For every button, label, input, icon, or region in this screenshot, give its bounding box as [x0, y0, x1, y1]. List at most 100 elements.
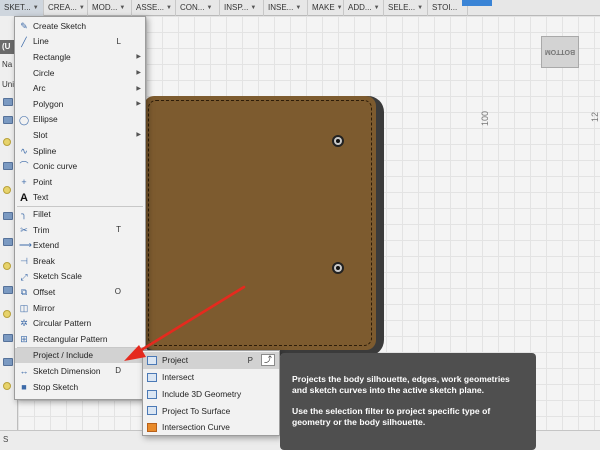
menu-item-point[interactable]: + Point — [15, 174, 145, 190]
menu-item-trim[interactable]: ✂ Trim T — [15, 222, 145, 238]
line-icon: ╱ — [21, 36, 27, 47]
submenu-arrow-icon: ▶ — [136, 54, 141, 61]
toolbar-tab[interactable]: SKET... ▼ — [0, 0, 44, 16]
toolbar-tab[interactable]: ASSE... ▼ — [132, 0, 176, 16]
menu-item-conic-curve[interactable]: ⌒ Conic curve — [15, 158, 145, 174]
tooltip-description: Projects the body silhouette, edges, wor… — [292, 374, 510, 395]
menu-item-label: Spline — [33, 145, 57, 156]
create-sketch-icon: ✎ — [20, 21, 28, 31]
tooltip-hint: Use the selection filter to project spec… — [292, 406, 491, 427]
menu-item-mirror[interactable]: ◫ Mirror — [15, 300, 145, 316]
menu-item-label: Circle — [33, 67, 55, 78]
submenu-item-project[interactable]: Project P ⤴ — [143, 352, 279, 369]
menu-item-line[interactable]: ╱ Line L — [15, 34, 145, 50]
menu-item-create-sketch[interactable]: ✎ Create Sketch — [15, 18, 145, 34]
folder-icon[interactable] — [3, 334, 13, 342]
fillet-icon: ╮ — [21, 209, 27, 220]
intersect-icon — [147, 372, 157, 382]
submenu-item-label: Intersect — [162, 372, 195, 383]
caret-down-icon: ▼ — [78, 4, 85, 11]
ruler-label: 12 — [590, 111, 600, 122]
view-cube[interactable]: BOTTOM — [541, 36, 579, 68]
menu-item-text[interactable]: A Text — [15, 190, 145, 206]
extend-icon: ⟶ — [19, 240, 32, 251]
menu-item-shortcut: L — [116, 36, 121, 46]
caret-down-icon: ▼ — [32, 4, 39, 11]
submenu-arrow-icon: ▶ — [136, 101, 141, 108]
toolbar-tab[interactable]: CREA... ▼ — [44, 0, 88, 16]
menu-item-stop-sketch[interactable]: ■ Stop Sketch — [15, 379, 145, 395]
submenu-item-include-3d-geometry[interactable]: Include 3D Geometry — [143, 386, 279, 403]
submenu-arrow-icon: ▶ — [136, 132, 141, 139]
folder-icon[interactable] — [3, 98, 13, 106]
menu-item-project-include[interactable]: Project / Include ▶ — [15, 347, 145, 364]
toolbar-tab[interactable]: SELE... ▼ — [384, 0, 428, 16]
menu-item-circular-pattern[interactable]: ✲ Circular Pattern — [15, 315, 145, 331]
toolbar-tab[interactable]: INSE... ▼ — [264, 0, 308, 16]
toolbar-tab[interactable]: MOD... ▼ — [88, 0, 132, 16]
menu-item-sketch-scale[interactable]: ⤢ Sketch Scale — [15, 269, 145, 285]
menu-item-label: Rectangular Pattern — [33, 333, 108, 344]
hole-marker[interactable] — [332, 262, 344, 274]
toolbar-tab-label: ADD... — [348, 3, 372, 12]
menu-item-label: Mirror — [33, 302, 55, 313]
toolbar-tab-label: STOI... — [432, 3, 458, 12]
folder-icon[interactable] — [3, 286, 13, 294]
submenu-item-project-to-surface[interactable]: Project To Surface — [143, 402, 279, 419]
menu-item-ellipse[interactable]: ◯ Ellipse — [15, 112, 145, 128]
circular-pattern-icon: ✲ — [20, 318, 28, 329]
menu-item-label: Fillet — [33, 208, 51, 219]
mirror-icon: ◫ — [19, 302, 29, 313]
folder-icon[interactable] — [3, 358, 13, 366]
folder-icon[interactable] — [3, 238, 13, 246]
menu-item-spline[interactable]: ∿ Spline — [15, 143, 145, 159]
bulb-icon[interactable] — [3, 262, 11, 270]
menu-item-label: Conic curve — [33, 161, 78, 172]
submenu-item-intersection-curve[interactable]: Intersection Curve — [143, 419, 279, 436]
caret-down-icon: ▼ — [373, 4, 380, 11]
menu-item-circle[interactable]: Circle ▶ — [15, 65, 145, 81]
menu-item-sketch-dimension[interactable]: ↔ Sketch Dimension D — [15, 363, 145, 379]
toolbar-tab[interactable]: CON... ▼ — [176, 0, 220, 16]
toolbar-tab-label: MAKE — [312, 3, 335, 12]
menu-item-label: Circular Pattern — [33, 318, 92, 329]
ruler-label: 100 — [480, 110, 490, 126]
folder-icon[interactable] — [3, 116, 13, 124]
submenu-item-label: Include 3D Geometry — [162, 388, 242, 399]
menu-item-polygon[interactable]: Polygon ▶ — [15, 96, 145, 112]
menu-item-extend[interactable]: ⟶ Extend — [15, 237, 145, 253]
folder-icon[interactable] — [3, 212, 13, 220]
menu-item-label: Create Sketch — [33, 20, 87, 31]
menu-item-arc[interactable]: Arc ▶ — [15, 80, 145, 96]
toolbar-tab[interactable]: INSP... ▼ — [220, 0, 264, 16]
menu-item-rectangular-pattern[interactable]: ⊞ Rectangular Pattern — [15, 331, 145, 347]
project-to-surface-icon — [147, 406, 157, 416]
menu-item-label: Offset — [33, 286, 56, 297]
toolbar-tab[interactable]: MAKE ▼ — [308, 0, 344, 16]
bulb-icon[interactable] — [3, 382, 11, 390]
menu-item-fillet[interactable]: ╮ Fillet — [15, 206, 145, 222]
bulb-icon[interactable] — [3, 310, 11, 318]
menu-item-label: Text — [33, 192, 49, 203]
sketch-scale-icon: ⤢ — [20, 271, 28, 282]
rectangular-pattern-icon: ⊞ — [20, 334, 28, 344]
submenu-item-intersect[interactable]: Intersect — [143, 369, 279, 386]
toolbar-tab-label: SELE... — [388, 3, 416, 12]
folder-icon[interactable] — [3, 162, 13, 170]
pin-to-toolbar-icon[interactable]: ⤴ — [261, 354, 275, 366]
break-icon: ⊣ — [20, 256, 28, 266]
submenu-item-shortcut: P — [247, 355, 253, 365]
bulb-icon[interactable] — [3, 138, 11, 146]
menu-item-label: Sketch Dimension — [33, 365, 101, 376]
submenu-item-label: Project To Surface — [162, 405, 231, 416]
menu-item-shortcut: T — [116, 225, 121, 235]
toolbar-tab-label: CREA... — [48, 3, 77, 12]
menu-item-break[interactable]: ⊣ Break — [15, 253, 145, 269]
trim-icon: ✂ — [20, 224, 28, 235]
menu-item-slot[interactable]: Slot ▶ — [15, 127, 145, 143]
menu-item-offset[interactable]: ⧉ Offset O — [15, 284, 145, 300]
menu-item-rectangle[interactable]: Rectangle ▶ — [15, 49, 145, 65]
bulb-icon[interactable] — [3, 186, 11, 194]
toolbar-tab[interactable]: ADD... ▼ — [344, 0, 384, 16]
hole-marker[interactable] — [332, 135, 344, 147]
